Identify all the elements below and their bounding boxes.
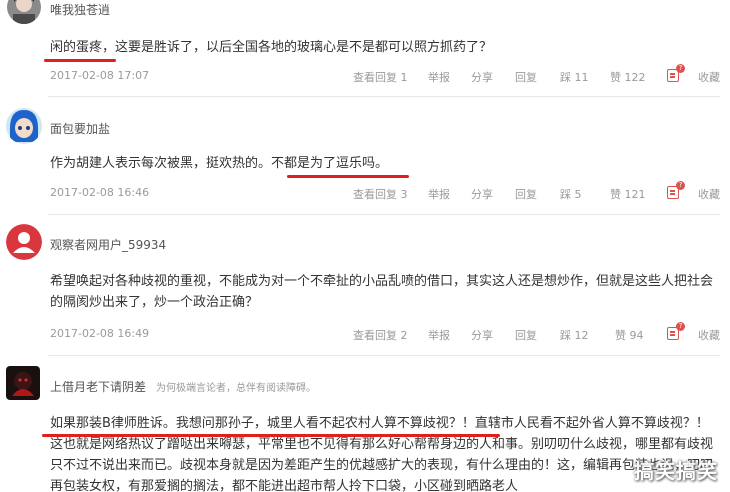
comment-meta: 2017-02-08 16:46 查看回复 3 举报 分享 回复 踩 5 赞 1… bbox=[50, 181, 720, 204]
favorite-link[interactable]: 收藏 bbox=[698, 186, 720, 202]
username[interactable]: 面包要加盐 bbox=[50, 120, 110, 137]
reply-link[interactable]: 回复 bbox=[515, 69, 537, 85]
report-icon[interactable]: ? bbox=[667, 64, 685, 83]
favorite-link[interactable]: 收藏 bbox=[698, 327, 720, 343]
share-link[interactable]: 分享 bbox=[471, 186, 493, 202]
comment-date: 2017-02-08 17:07 bbox=[50, 69, 150, 82]
comment-meta: 2017-02-08 16:49 查看回复 2 举报 分享 回复 踩 12 赞 … bbox=[50, 322, 720, 345]
dislike-button[interactable]: 踩 11 bbox=[560, 69, 589, 85]
comment-date: 2017-02-08 16:49 bbox=[50, 327, 150, 340]
user-signature: 为何极端言论者，总伴有阅读障碍。 bbox=[156, 383, 317, 394]
favorite-link[interactable]: 收藏 bbox=[698, 69, 720, 85]
avatar[interactable] bbox=[6, 108, 42, 144]
red-underline bbox=[44, 59, 116, 62]
view-replies-link[interactable]: 查看回复 3 bbox=[353, 186, 408, 202]
share-link[interactable]: 分享 bbox=[471, 327, 493, 343]
divider bbox=[48, 96, 720, 97]
like-button[interactable]: 赞 121 bbox=[610, 186, 646, 202]
report-link[interactable]: 举报 bbox=[428, 327, 450, 343]
comment-text: 如果那装B律师胜诉。我想问那孙子，城里人看不起农村人算不算歧视？！直辖市人民看不… bbox=[50, 416, 714, 492]
username[interactable]: 观察者网用户_59934 bbox=[50, 236, 166, 253]
comment-text: 闲的蛋疼，这要是胜诉了，以后全国各地的玻璃心是不是都可以照方抓药了？ bbox=[50, 40, 493, 55]
comment-text: 希望唤起对各种歧视的重视，不能成为对一个不牵扯的小品乱喷的借口，其实这人还是想炒… bbox=[50, 274, 714, 310]
avatar[interactable] bbox=[6, 224, 42, 260]
view-replies-link[interactable]: 查看回复 2 bbox=[353, 327, 408, 343]
report-link[interactable]: 举报 bbox=[428, 69, 450, 85]
like-button[interactable]: 赞 94 bbox=[615, 327, 644, 343]
username[interactable]: 唯我独苍逍 bbox=[50, 1, 110, 18]
view-replies-link[interactable]: 查看回复 1 bbox=[353, 69, 408, 85]
dislike-button[interactable]: 踩 12 bbox=[560, 327, 589, 343]
reply-link[interactable]: 回复 bbox=[515, 186, 537, 202]
comment-date: 2017-02-08 16:46 bbox=[50, 186, 150, 199]
avatar[interactable] bbox=[6, 366, 40, 400]
like-button[interactable]: 赞 122 bbox=[610, 69, 646, 85]
share-link[interactable]: 分享 bbox=[471, 69, 493, 85]
reply-link[interactable]: 回复 bbox=[515, 327, 537, 343]
divider bbox=[48, 355, 720, 356]
comment-meta: 2017-02-08 17:07 查看回复 1 举报 分享 回复 踩 11 赞 … bbox=[50, 64, 720, 87]
avatar[interactable] bbox=[7, 0, 41, 24]
report-icon[interactable]: ? bbox=[667, 322, 685, 341]
report-icon[interactable]: ? bbox=[667, 181, 685, 200]
dislike-button[interactable]: 踩 5 bbox=[560, 186, 582, 202]
comment-text: 作为胡建人表示每次被黑，挺欢热的。不都是为了逗乐吗。 bbox=[50, 156, 389, 171]
username[interactable]: 上借月老下请阴差 为何极端言论者，总伴有阅读障碍。 bbox=[50, 378, 316, 395]
watermark: 搞笑搞笑 bbox=[634, 459, 718, 483]
report-link[interactable]: 举报 bbox=[428, 186, 450, 202]
divider bbox=[48, 214, 720, 215]
red-underline bbox=[287, 175, 409, 178]
red-underline bbox=[42, 434, 500, 437]
